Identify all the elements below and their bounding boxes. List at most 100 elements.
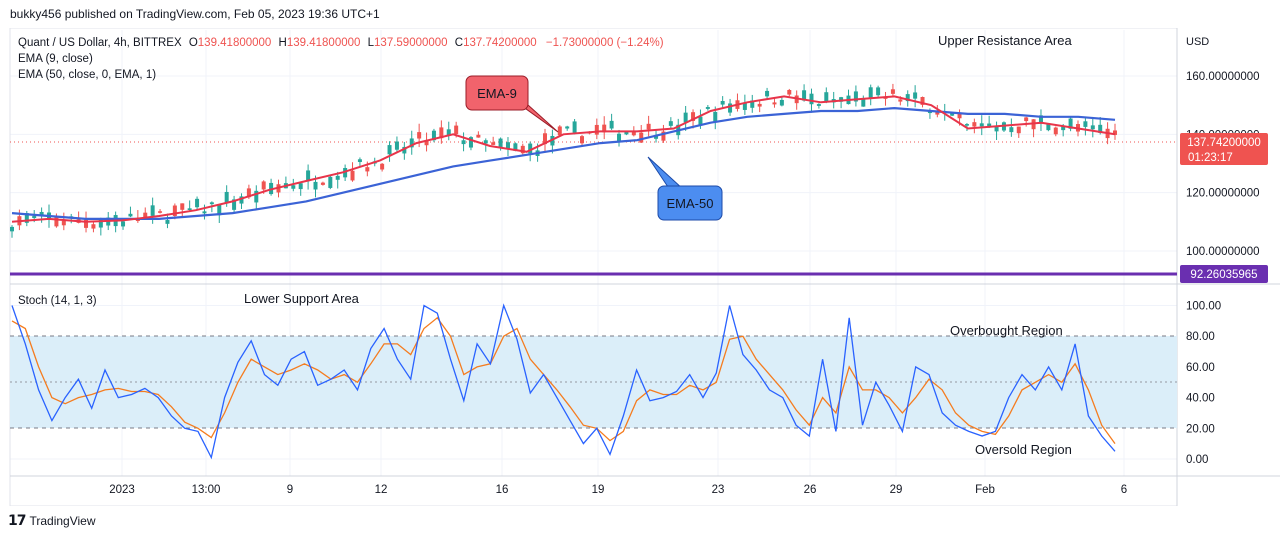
candle-body bbox=[498, 138, 503, 148]
candle-body bbox=[1090, 125, 1095, 130]
candle-body bbox=[979, 123, 984, 127]
candle-body bbox=[180, 203, 185, 210]
time-ticks: 2023 13:00 9 12 16 19 23 26 29 Feb 6 bbox=[109, 484, 1127, 496]
candle-body bbox=[580, 136, 585, 144]
candle-body bbox=[1016, 126, 1021, 134]
legend-stoch: Stoch (14, 1, 3) bbox=[18, 295, 97, 307]
candle-body bbox=[380, 163, 385, 170]
footer: 17 TradingView bbox=[8, 512, 96, 530]
chart-svg[interactable]: Quant / US Dollar, 4h, BITTREX O139.4180… bbox=[0, 27, 1280, 507]
time-tick-label: 29 bbox=[890, 484, 903, 496]
stoch-tick-label: 20.00 bbox=[1186, 423, 1215, 435]
time-tick-label: Feb bbox=[975, 484, 995, 496]
time-tick-label: 26 bbox=[804, 484, 817, 496]
ema50-callout-label: EMA-50 bbox=[667, 196, 714, 211]
candle-body bbox=[350, 170, 355, 181]
candle-body bbox=[898, 99, 903, 102]
candle-body bbox=[150, 205, 155, 216]
candle-body bbox=[195, 198, 200, 208]
candle-body bbox=[320, 182, 325, 185]
candle-body bbox=[202, 211, 207, 214]
candle-body bbox=[121, 221, 126, 227]
candle-body bbox=[876, 87, 881, 96]
time-tick-label: 19 bbox=[592, 484, 605, 496]
candle-body bbox=[816, 104, 821, 106]
candle-body bbox=[572, 121, 577, 133]
candle-body bbox=[298, 183, 303, 190]
overbought-label: Overbought Region bbox=[950, 323, 1063, 338]
plot-border bbox=[9, 27, 1178, 507]
ema9-callout: EMA-9 bbox=[465, 75, 559, 133]
candle-body bbox=[809, 93, 814, 105]
candle-body bbox=[913, 92, 918, 99]
price-tick-label: 120.00000000 bbox=[1186, 188, 1260, 200]
legend-ema9: EMA (9, close) bbox=[18, 53, 93, 65]
candle-body bbox=[765, 90, 770, 97]
stoch-ticks: 100.00 80.00 60.00 40.00 20.00 0.00 bbox=[1186, 301, 1221, 467]
candle-body bbox=[357, 159, 362, 162]
candles bbox=[10, 83, 1117, 238]
candle-body bbox=[209, 202, 214, 205]
legend-h-value: 139.41800000 bbox=[287, 37, 361, 49]
last-price-tag[interactable]: 137.74200000 01:23:17 bbox=[1180, 133, 1268, 165]
candle-body bbox=[1083, 121, 1088, 127]
candle-body bbox=[772, 102, 777, 105]
candle-body bbox=[158, 211, 163, 213]
candle-body bbox=[1009, 127, 1014, 133]
candle-body bbox=[646, 123, 651, 130]
time-tick-label: 2023 bbox=[109, 484, 135, 496]
candle-body bbox=[1024, 117, 1029, 122]
candle-body bbox=[824, 92, 829, 102]
candle-body bbox=[728, 103, 733, 113]
candle-body bbox=[461, 140, 466, 145]
candle-body bbox=[890, 89, 895, 94]
candle-body bbox=[787, 89, 792, 95]
support-price-tag[interactable]: 92.26035965 bbox=[1180, 265, 1268, 283]
legend-c-value: 137.74200000 bbox=[463, 37, 537, 49]
countdown-value: 01:23:17 bbox=[1188, 152, 1233, 164]
ema9-callout-label: EMA-9 bbox=[477, 86, 517, 101]
candle-body bbox=[972, 122, 977, 127]
candle-body bbox=[476, 134, 481, 138]
stoch-tick-label: 0.00 bbox=[1186, 454, 1208, 466]
support-price-value: 92.26035965 bbox=[1190, 269, 1257, 281]
footer-brand: TradingView bbox=[29, 514, 96, 528]
candle-body bbox=[291, 185, 296, 189]
time-tick-label: 12 bbox=[375, 484, 388, 496]
candle-body bbox=[713, 111, 718, 122]
chart-frame[interactable]: Quant / US Dollar, 4h, BITTREX O139.4180… bbox=[0, 27, 1280, 507]
candle-body bbox=[705, 107, 710, 109]
candle-body bbox=[128, 213, 133, 217]
upper-resistance-label: Upper Resistance Area bbox=[938, 33, 1072, 48]
tradingview-logo-icon: 17 bbox=[8, 513, 27, 529]
candle-body bbox=[698, 116, 703, 125]
candle-body bbox=[394, 141, 399, 150]
legend-c-label: C bbox=[455, 37, 463, 49]
ema50-callout: EMA-50 bbox=[647, 156, 723, 221]
candle-body bbox=[417, 132, 422, 139]
legend-h-label: H bbox=[279, 37, 287, 49]
stoch-tick-label: 100.00 bbox=[1186, 301, 1221, 313]
lower-support-label: Lower Support Area bbox=[244, 291, 360, 306]
time-tick-label: 16 bbox=[496, 484, 509, 496]
candle-body bbox=[957, 113, 962, 119]
oversold-label: Oversold Region bbox=[975, 442, 1072, 457]
published-header: bukky456 published on TradingView.com, F… bbox=[0, 0, 1280, 28]
stoch-tick-label: 80.00 bbox=[1186, 331, 1215, 343]
price-tick-label: 160.00000000 bbox=[1186, 71, 1260, 83]
candle-body bbox=[165, 220, 170, 224]
candle-body bbox=[335, 175, 340, 180]
ema50-line bbox=[11, 106, 1116, 220]
time-tick-label: 23 bbox=[712, 484, 725, 496]
axis-currency: USD bbox=[1186, 36, 1209, 48]
time-tick-label: 6 bbox=[1121, 484, 1127, 496]
candle-body bbox=[720, 101, 725, 105]
candle-body bbox=[868, 87, 873, 99]
price-tick-label: 100.00000000 bbox=[1186, 246, 1260, 258]
candle-body bbox=[757, 103, 762, 107]
legend-o-label: O bbox=[189, 37, 198, 49]
candle-body bbox=[609, 120, 614, 129]
published-text: bukky456 published on TradingView.com, F… bbox=[10, 7, 380, 21]
candle-body bbox=[491, 142, 496, 145]
last-price-value: 137.74200000 bbox=[1187, 137, 1261, 149]
